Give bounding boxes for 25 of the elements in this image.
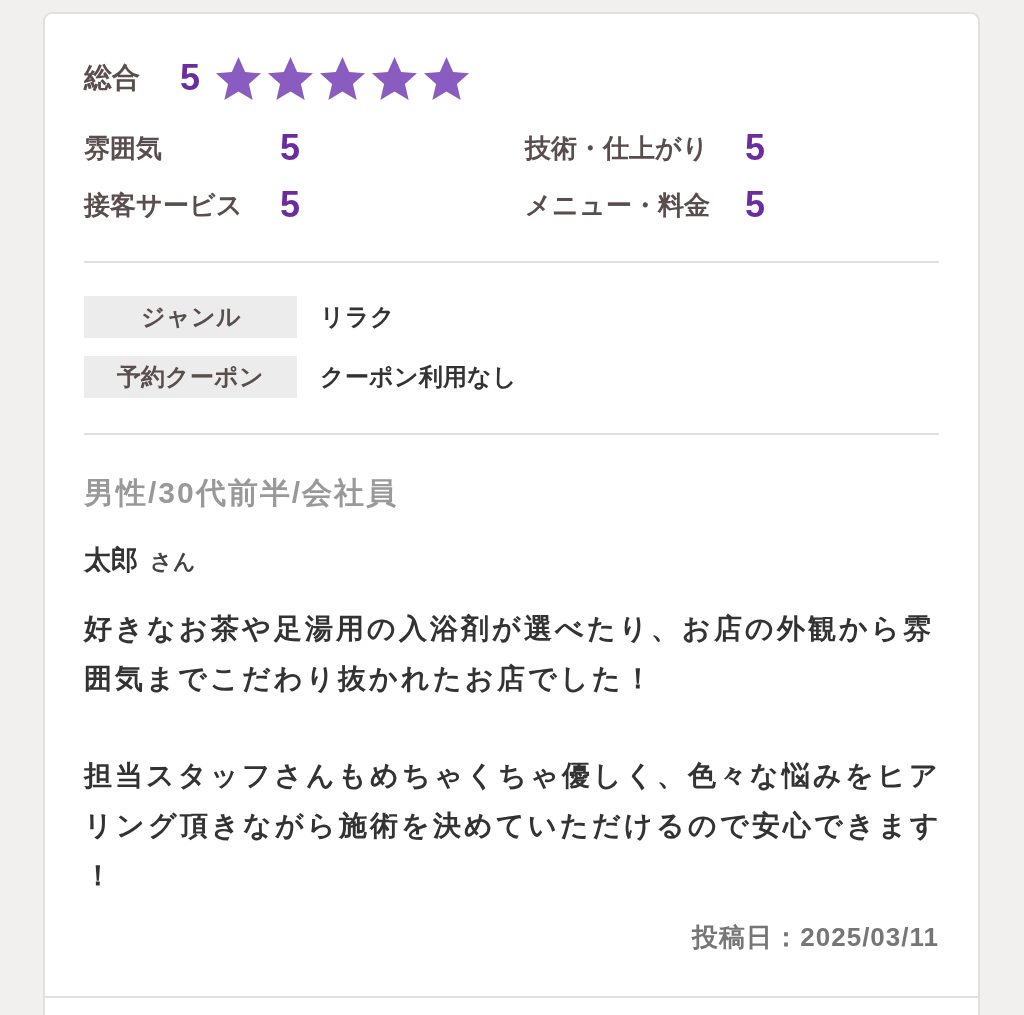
rating-label: 接客サービス: [84, 188, 244, 222]
rating-label: メニュー・料金: [525, 188, 711, 222]
reviewer-name: 太郎: [84, 544, 138, 577]
rating-label: 技術・仕上がり: [525, 131, 710, 165]
post-date: 投稿日：2025/03/11: [692, 921, 939, 954]
rating-score: 5: [280, 130, 301, 166]
reviewer-profile: 男性/30代前半/会社員: [84, 475, 399, 511]
detail-value: リラク: [320, 302, 395, 332]
rating-label: 雰囲気: [84, 131, 163, 165]
overall-label: 総合: [84, 61, 141, 95]
honorific: さん: [150, 548, 196, 576]
rating-score: 5: [745, 187, 766, 223]
review-text: 担当スタッフさんもめちゃくちゃ優しく、色々な悩みをヒアリング頂きながら施術を決めていただけるので安心できます！: [84, 759, 943, 893]
rating-score: 5: [745, 130, 766, 166]
detail-label: 予約クーポン: [84, 356, 297, 398]
star-icon: [372, 56, 418, 100]
star-icon: [216, 56, 262, 100]
star-icon: [424, 56, 470, 100]
detail-value: クーポン利用なし: [320, 362, 517, 392]
overall-score: 5: [180, 60, 201, 96]
detail-label: ジャンル: [84, 296, 297, 338]
star-icon: [268, 56, 314, 100]
rating-score: 5: [280, 187, 301, 223]
review-text: 好きなお茶や足湯用の入浴剤が選べたり、お店の外観から雰囲気までこだわり抜かれたお店でした！: [84, 612, 935, 696]
star-icon: [320, 56, 366, 100]
